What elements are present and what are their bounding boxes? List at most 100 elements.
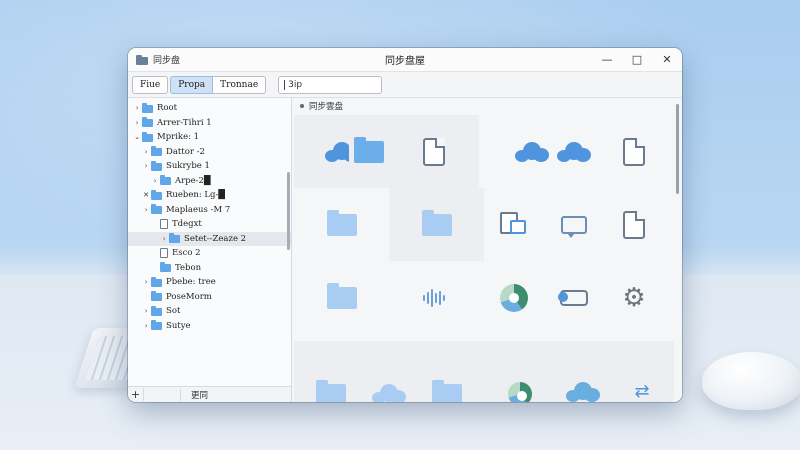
props-button[interactable]: Propa	[170, 75, 214, 94]
chevron-right-icon[interactable]: ›	[141, 278, 151, 286]
cloud-icon	[557, 141, 591, 162]
chevron-right-icon[interactable]: ›	[150, 177, 160, 185]
app-name: 同步盘	[153, 56, 181, 66]
tree-item[interactable]: PoseMorm	[128, 290, 291, 305]
tree-item-label: Maplaeus -M 7	[166, 204, 231, 215]
tree-item-label: PoseMorm	[166, 291, 212, 302]
cloud-icon	[566, 382, 601, 402]
folder-icon	[160, 175, 171, 186]
chevron-down-icon[interactable]: ⌄	[132, 133, 142, 141]
maximize-button[interactable]: □	[622, 48, 652, 72]
folder-icon	[151, 305, 162, 316]
grid-item[interactable]	[294, 261, 389, 334]
search-input[interactable]: 3ip	[278, 75, 383, 94]
gear-icon: ⚙	[622, 282, 646, 313]
text-document-icon	[623, 210, 645, 239]
document-icon	[160, 248, 168, 259]
main-body: › Root › Arrer-Tihri 1 ⌄ Mprike: 1 › Dattor -2 ›…	[128, 98, 682, 402]
copy-files-icon	[500, 211, 528, 238]
tree-item-label: Sukrybe 1	[166, 161, 210, 172]
document-icon	[623, 137, 645, 166]
sidebar-scrollbar[interactable]	[287, 172, 290, 250]
tree-item[interactable]: › Pbebe: tree	[128, 275, 291, 290]
tree-item-label: Arpe-2█	[175, 175, 211, 186]
tree-item[interactable]: › Arrer-Tihri 1	[128, 116, 291, 131]
tree-item[interactable]: › Sukrybe 1	[128, 159, 291, 174]
document-icon	[423, 137, 445, 166]
chat-icon	[561, 215, 587, 238]
tree-item-label: Mprike: 1	[157, 132, 200, 143]
grid-item[interactable]	[294, 341, 484, 402]
tree-item-label: Pbebe: tree	[166, 277, 216, 288]
minimize-button[interactable]: —	[592, 48, 622, 72]
text-caret	[284, 79, 286, 90]
folder-icon	[151, 204, 162, 215]
tree-item[interactable]: › Setet--Zeaze 2	[128, 231, 291, 246]
folder-app-icon	[136, 54, 148, 65]
grid-item[interactable]	[594, 188, 674, 261]
chevron-right-icon[interactable]: ›	[132, 104, 142, 112]
tree-item[interactable]: › Sot	[128, 304, 291, 319]
folder-tree: › Root › Arrer-Tihri 1 ⌄ Mprike: 1 › Dattor -2 ›…	[128, 98, 291, 333]
folder-icon	[432, 380, 462, 402]
folder-icon	[142, 102, 153, 113]
sidebar-footer: + 更同	[128, 386, 291, 402]
icon-grid: ⚙ ⇄	[294, 115, 674, 402]
folder-icon	[326, 282, 357, 309]
sync-arrows-icon: ⇄	[634, 381, 650, 402]
chevron-right-icon[interactable]: ›	[141, 148, 151, 156]
chevron-right-icon[interactable]: ›	[141, 162, 151, 170]
grid-item[interactable]	[349, 115, 389, 188]
close-icon[interactable]: ✕	[141, 191, 151, 199]
close-button[interactable]: ✕	[652, 48, 682, 72]
folder-icon	[160, 262, 171, 273]
tree-item[interactable]: Esco 2	[128, 246, 291, 261]
folder-icon	[421, 209, 452, 236]
tree-item[interactable]: ⌄ Mprike: 1	[128, 130, 291, 145]
grid-item[interactable]	[484, 188, 544, 261]
chevron-right-icon[interactable]: ›	[141, 307, 151, 315]
window-controls: — □ ✕	[592, 48, 682, 72]
tree-item-label: Sutye	[166, 320, 191, 331]
tree-item[interactable]: › Sutye	[128, 319, 291, 334]
grid-item[interactable]	[389, 188, 484, 261]
grid-item[interactable]	[294, 188, 389, 261]
icon-view-pane: 同步雲盘 ⚙ ⇄	[292, 98, 682, 402]
tree-item-label: Root	[157, 103, 178, 114]
tree-item-label: Tebon	[175, 262, 202, 273]
folder-icon	[169, 233, 180, 244]
grid-item[interactable]	[484, 261, 544, 334]
title-bar[interactable]: 同步盘 同步盘屋 — □ ✕	[128, 48, 682, 72]
grid-item[interactable]	[594, 115, 674, 188]
tree-item[interactable]: Tebon	[128, 261, 291, 276]
tree-item[interactable]: › Arpe-2█	[128, 174, 291, 189]
tree-item-label: Tdegxt	[172, 219, 202, 230]
tree-item-label: Rueben: Lg-█	[166, 190, 225, 201]
folder-icon	[326, 209, 357, 236]
tree-item[interactable]: › Dattor -2	[128, 145, 291, 160]
sidebar-footer-label: 更同	[180, 388, 208, 401]
tree-item[interactable]: › Root	[128, 101, 291, 116]
folder-tree-sidebar: › Root › Arrer-Tihri 1 ⌄ Mprike: 1 › Dattor -2 ›…	[128, 98, 292, 402]
file-manager-window: 同步盘 同步盘屋 — □ ✕ Fiue Propa Tronnae 3ip › R…	[128, 48, 682, 402]
folder-icon	[151, 146, 162, 157]
tree-item-label: Arrer-Tihri 1	[157, 117, 212, 128]
tree-item[interactable]: Tdegxt	[128, 217, 291, 232]
content-scrollbar[interactable]	[676, 104, 679, 194]
breadcrumb-label[interactable]: 同步雲盘	[309, 100, 343, 112]
grid-item[interactable]	[389, 261, 479, 334]
tree-item[interactable]: ✕ Rueben: Lg-█	[128, 188, 291, 203]
chevron-right-icon[interactable]: ›	[159, 235, 169, 243]
folder-icon	[151, 320, 162, 331]
transfer-button[interactable]: Tronnae	[213, 75, 267, 94]
audio-wave-icon	[423, 288, 445, 308]
grid-item[interactable]: ⇄	[484, 341, 674, 402]
add-folder-button[interactable]: +	[128, 388, 144, 401]
chevron-right-icon[interactable]: ›	[141, 322, 151, 330]
file-button[interactable]: Fiue	[132, 75, 169, 94]
chevron-right-icon[interactable]: ›	[132, 119, 142, 127]
chevron-right-icon[interactable]: ›	[141, 206, 151, 214]
grid-item[interactable]: ⚙	[594, 261, 674, 334]
tree-item[interactable]: › Maplaeus -M 7	[128, 203, 291, 218]
grid-item[interactable]	[389, 115, 479, 188]
